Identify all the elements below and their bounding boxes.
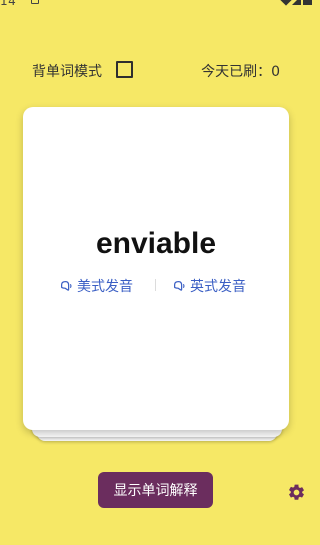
status-bar: 14 [0, 0, 318, 10]
memorize-mode-label: 背单词模式 [32, 64, 102, 80]
notification-icon [31, 0, 39, 4]
word-text: enviable [95, 227, 217, 260]
pronunciation-divider [155, 279, 156, 291]
gear-icon[interactable] [287, 483, 306, 502]
battery-icon [303, 0, 312, 5]
wifi-icon [280, 0, 292, 6]
status-time: 14 [0, 0, 17, 8]
status-icons [280, 0, 312, 6]
word-card[interactable]: enviable 美式发音 英式发音 [23, 107, 289, 430]
us-pronunciation-button[interactable]: 美式发音 [59, 276, 133, 296]
us-pronunciation-label: 美式发音 [77, 279, 133, 295]
uk-pronunciation-label: 英式发音 [190, 279, 246, 295]
signal-icon [292, 0, 301, 5]
today-count: 今天已刷：0 [201, 64, 280, 80]
speaker-icon [61, 281, 72, 291]
show-definition-button[interactable]: 显示单词解释 [98, 472, 213, 508]
speaker-icon [174, 281, 185, 291]
memorize-mode-checkbox[interactable] [116, 61, 133, 78]
uk-pronunciation-button[interactable]: 英式发音 [172, 276, 246, 296]
